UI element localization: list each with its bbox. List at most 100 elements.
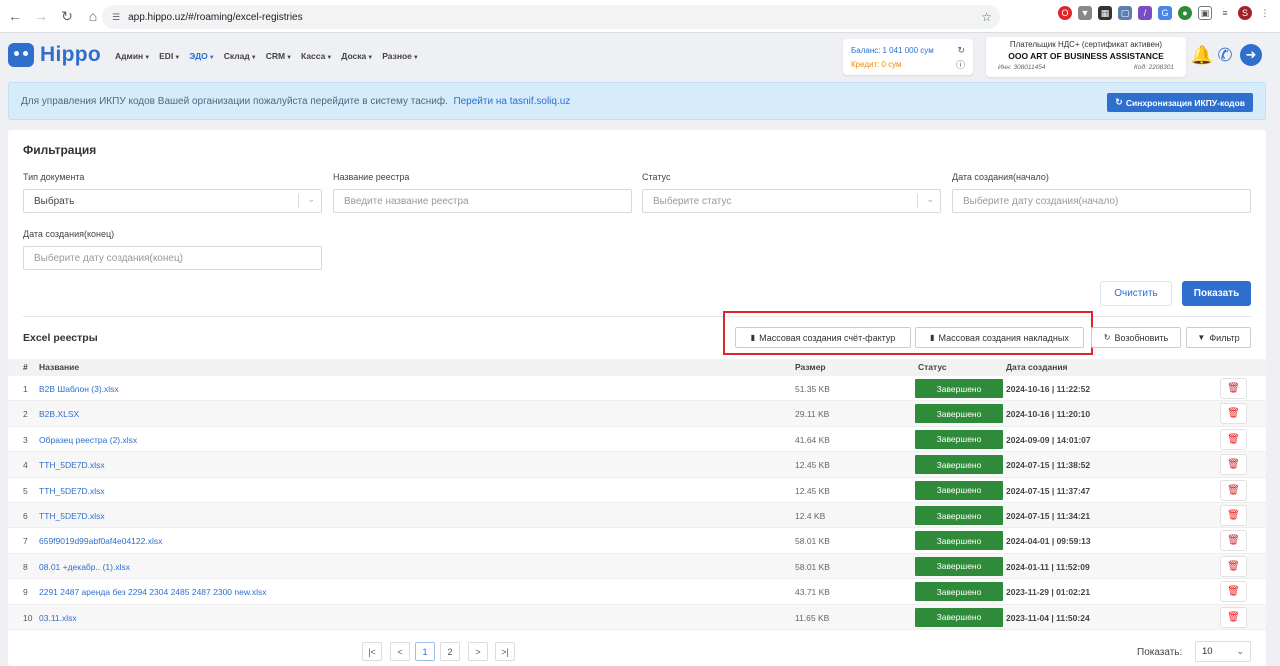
monitor-ext-icon[interactable]: ▢ [1118,6,1132,20]
menu-item-doska[interactable]: Доска▼ [341,51,373,61]
menu-item-admin[interactable]: Админ▼ [115,51,150,61]
menu-item-kassa[interactable]: Касса▼ [301,51,332,61]
filter-label: Фильтр [1209,332,1240,343]
file-size: 29.11 KB [795,409,830,420]
show-button[interactable]: Показать [1182,281,1251,306]
delete-trash-icon[interactable]: 🗑 [1220,428,1247,450]
page-size-value: 10 [1202,646,1213,657]
table-header: # Название Размер Статус Дата создания [8,359,1266,376]
delete-trash-icon[interactable]: 🗑 [1220,581,1247,603]
phone-icon[interactable]: ✆ [1214,44,1236,66]
doc-type-select[interactable]: Выбрать ⌄ [23,189,322,213]
filter-button[interactable]: ▼ Фильтр [1186,327,1251,348]
row-num: 6 [23,511,28,521]
sync-ikpu-button[interactable]: ↻ Синхронизация ИКПУ-кодов [1107,93,1253,112]
page-size-select[interactable]: 10 ⌄ [1195,641,1251,662]
next-page-button[interactable]: > [468,642,488,661]
date-end-input[interactable]: Выберите дату создания(конец) [23,246,322,270]
file-name-link[interactable]: TTH_5DE7D.xlsx [39,511,105,521]
col-name[interactable]: Название [39,362,79,372]
browser-menu-icon[interactable]: ⋮ [1258,6,1272,20]
created-date: 2024-10-16 | 11:20:10 [1006,409,1091,420]
delete-trash-icon[interactable]: 🗑 [1220,479,1247,501]
status-badge: Завершено [915,582,1003,602]
tasnif-link[interactable]: tasnif.soliq.uz [510,96,571,107]
file-size: 12.4 KB [795,511,826,521]
delete-trash-icon[interactable]: 🗑 [1220,606,1247,628]
media-icon[interactable]: ≡ [1218,6,1232,20]
refresh-label: Возобновить [1114,332,1169,343]
mass-waybill-button[interactable]: ▮ Массовая создания накладных [915,327,1084,348]
logout-arrow-icon[interactable]: ➜ [1240,44,1262,66]
clear-button[interactable]: Очистить [1100,281,1172,306]
refresh-balance-icon[interactable]: ↻ [957,45,965,56]
reload-icon[interactable]: ↻ [56,5,78,27]
file-name-link[interactable]: B2B.XLSX [39,409,79,419]
balance-value: 1 041 000 сум [882,45,934,55]
puzzle-icon[interactable]: ▣ [1198,6,1212,20]
delete-trash-icon[interactable]: 🗑 [1220,505,1247,526]
created-date: 2024-10-16 | 11:22:52 [1006,384,1091,394]
prev-page-button[interactable]: < [390,642,410,661]
delete-trash-icon[interactable]: 🗑 [1220,555,1247,577]
file-name-link[interactable]: 03.11.xlsx [39,613,77,623]
table-row: 2 B2B.XLSX 29.11 KB Завершено 2024-10-16 | 1… [8,401,1266,427]
col-date[interactable]: Дата создания [1006,362,1068,372]
file-name-link[interactable]: TTH_5DE7D.xlsx [39,460,105,470]
first-page-button[interactable]: |< [362,642,382,661]
company-status: Плательщик НДС+ (сертификат активен) [1009,40,1163,49]
registry-name-input[interactable]: Введите название реестра [333,189,632,213]
delete-trash-icon[interactable]: 🗑 [1220,454,1247,476]
menu-item-sklad[interactable]: Склад▼ [224,51,257,61]
qr-ext-icon[interactable]: ▦ [1098,6,1112,20]
registry-name-placeholder: Введите название реестра [344,195,469,207]
file-size: 51.35 KB [795,384,830,394]
file-name-link[interactable]: 08.01 +декабр.. (1).xlsx [39,562,130,572]
menu-item-edo[interactable]: ЭДО▼ [189,51,214,61]
page-2-button[interactable]: 2 [440,642,460,661]
credit-line: Кредит: 0 сум ⓘ [851,57,965,71]
translate-ext-icon[interactable]: G [1158,6,1172,20]
opera-icon[interactable]: O [1058,6,1072,20]
mass-invoice-button[interactable]: ▮ Массовая создания счёт-фактур [735,327,911,348]
home-icon[interactable]: ⌂ [82,5,104,27]
credit-value: 0 сум [881,59,902,69]
created-date: 2024-09-09 | 14:01:07 [1006,434,1091,445]
back-icon[interactable]: ← [4,5,26,27]
hippo-logo[interactable]: Hippo [8,43,101,67]
menu-item-raznoe[interactable]: Разное▼ [382,51,419,61]
company-card[interactable]: Плательщик НДС+ (сертификат активен) OOO… [986,37,1186,77]
file-name-link[interactable]: 2291 2487 аренда без 2294 2304 2485 2487… [39,587,267,597]
file-icon: ▮ [750,333,756,342]
profile-avatar-icon[interactable]: S [1238,6,1252,20]
globe-ext-icon[interactable]: ● [1178,6,1192,20]
col-size[interactable]: Размер [795,362,826,372]
date-start-input[interactable]: Выберите дату создания(начало) [952,189,1251,213]
last-page-button[interactable]: >| [495,642,515,661]
hippo-logo-icon [8,43,34,67]
status-select[interactable]: Выберите статус ⌄ [642,189,941,213]
bell-icon[interactable]: 🔔 [1191,44,1213,66]
info-icon[interactable]: ⓘ [956,58,965,71]
delete-trash-icon[interactable]: 🗑 [1220,378,1247,399]
refresh-button[interactable]: ↻ Возобновить [1091,327,1181,348]
pen-ext-icon[interactable]: / [1138,6,1152,20]
file-name-link[interactable]: Образец реестра (2).xlsx [39,435,137,445]
file-name-link[interactable]: 659f9019d99abf0af4e04122.xlsx [39,536,162,546]
page-1-button[interactable]: 1 [415,642,435,661]
forward-icon[interactable]: → [30,5,52,27]
bookmark-star-icon[interactable]: ☆ [981,10,992,24]
filter-ext-icon[interactable]: ▼ [1078,6,1092,20]
site-info-icon[interactable]: ☰ [112,12,120,23]
menu-item-edi[interactable]: EDI▼ [159,51,180,61]
row-num: 1 [23,384,28,394]
filter-title: Фильтрация [23,143,97,157]
table-row: 4 TTH_5DE7D.xlsx 12.45 KB Завершено 2024-07-… [8,452,1266,478]
delete-trash-icon[interactable]: 🗑 [1220,530,1247,552]
delete-trash-icon[interactable]: 🗑 [1220,403,1247,425]
col-status[interactable]: Статус [918,362,947,372]
file-name-link[interactable]: TTH_5DE7D.xlsx [39,486,105,496]
address-bar[interactable]: ☰ app.hippo.uz/#/roaming/excel-registrie… [102,5,1000,29]
menu-item-crm[interactable]: CRM▼ [266,51,292,61]
file-name-link[interactable]: B2B Шаблон (3).xlsx [39,384,119,394]
